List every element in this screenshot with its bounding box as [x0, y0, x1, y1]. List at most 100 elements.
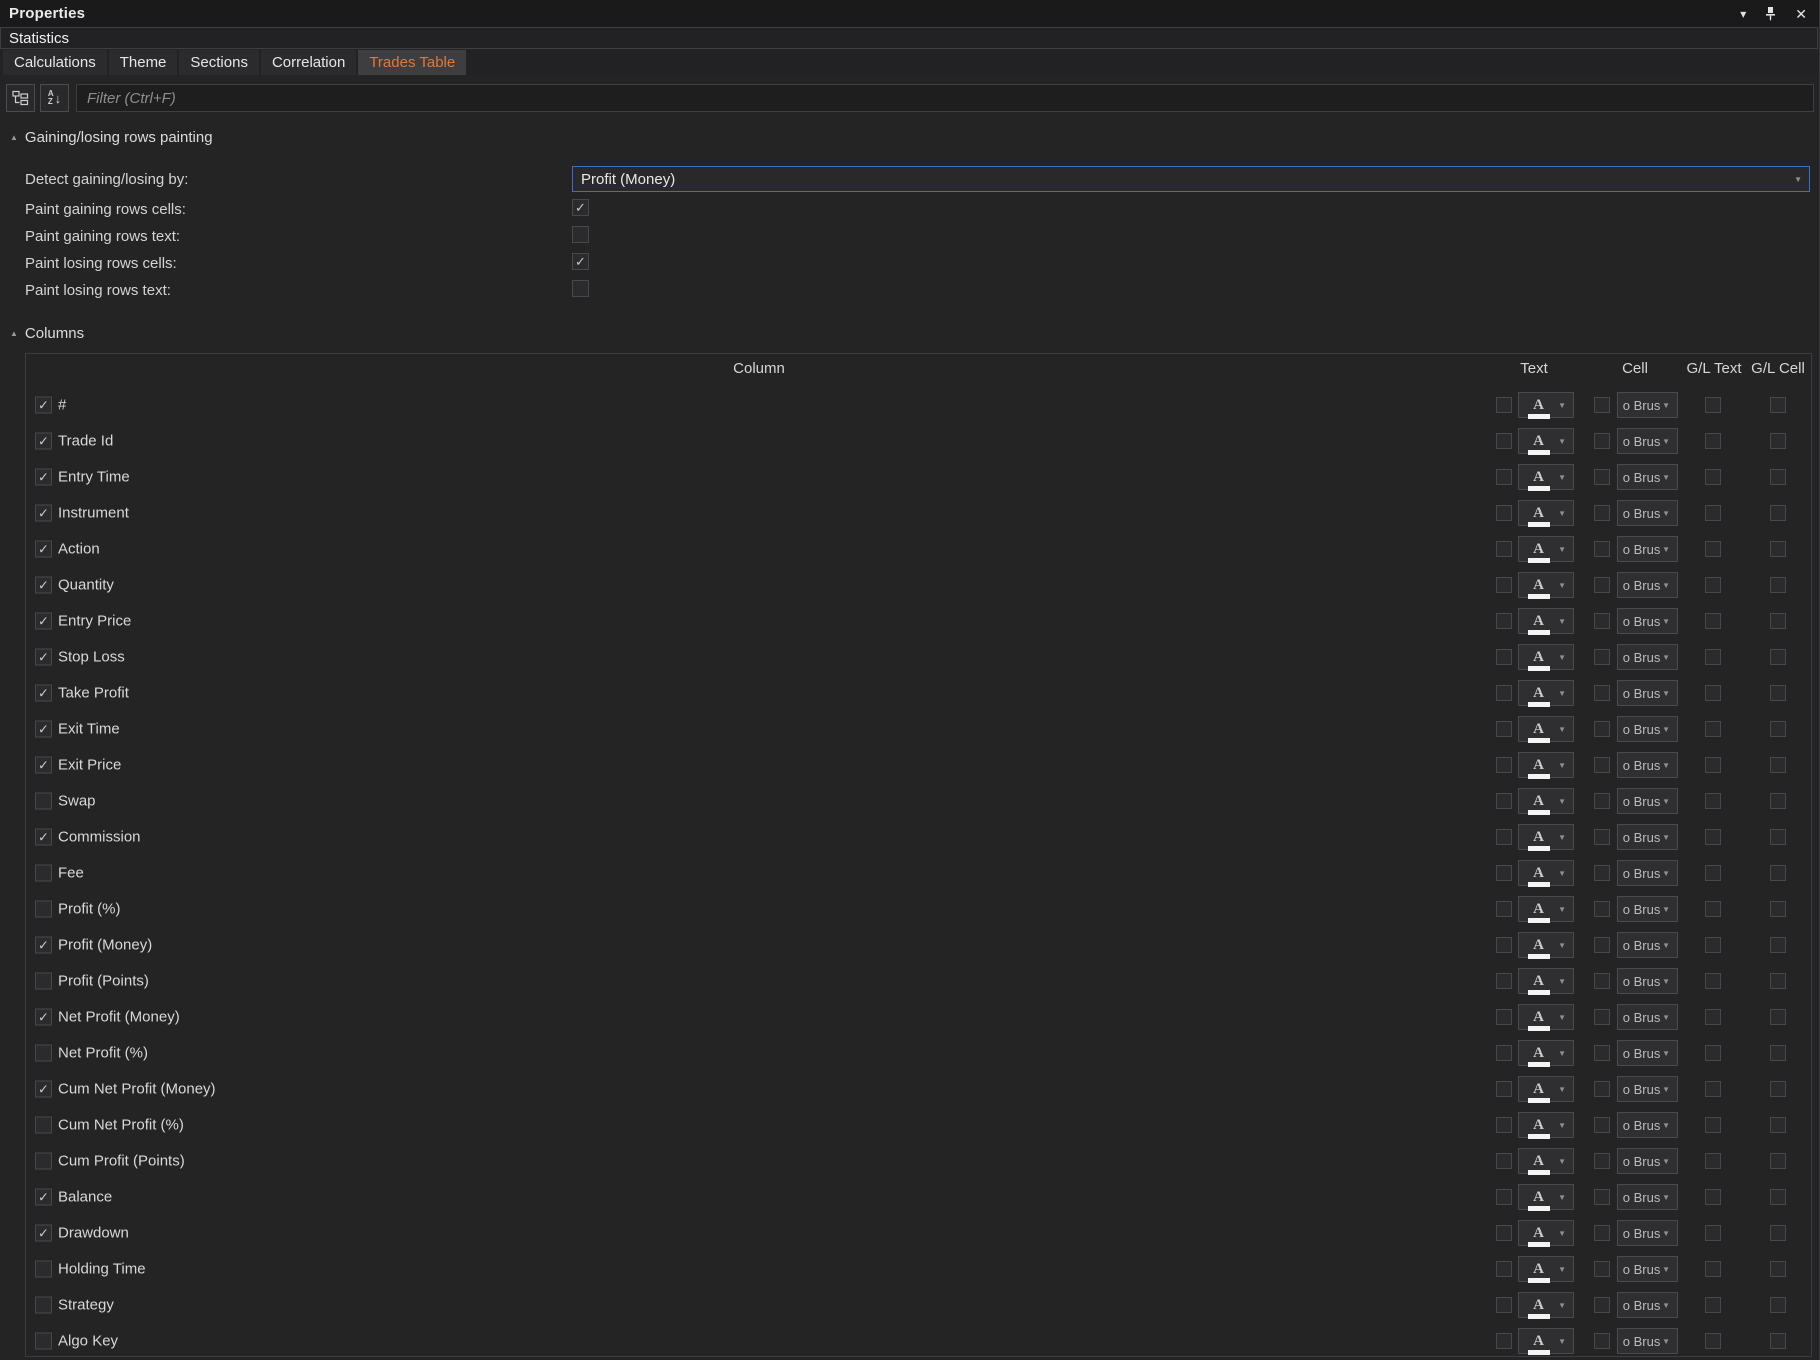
text-color-enabled-checkbox[interactable] [1496, 1081, 1512, 1097]
cell-brush-enabled-checkbox[interactable] [1594, 1225, 1610, 1241]
cell-brush-enabled-checkbox[interactable] [1594, 757, 1610, 773]
cell-brush-dropdown[interactable]: o Brus ▼ [1617, 1256, 1678, 1282]
cell-brush-enabled-checkbox[interactable] [1594, 901, 1610, 917]
text-color-dropdown[interactable]: A ▼ [1518, 1040, 1574, 1066]
paint-losing-rows-text-checkbox[interactable] [572, 280, 589, 297]
detect-by-dropdown[interactable]: Profit (Money) ▼ [572, 166, 1810, 192]
cell-brush-enabled-checkbox[interactable] [1594, 649, 1610, 665]
text-color-dropdown[interactable]: A ▼ [1518, 932, 1574, 958]
text-color-enabled-checkbox[interactable] [1496, 1333, 1512, 1349]
text-color-dropdown[interactable]: A ▼ [1518, 896, 1574, 922]
gl-text-checkbox[interactable] [1705, 685, 1721, 701]
gl-text-checkbox[interactable] [1705, 613, 1721, 629]
gl-cell-checkbox[interactable] [1770, 937, 1786, 953]
gl-cell-checkbox[interactable] [1770, 1297, 1786, 1313]
text-color-enabled-checkbox[interactable] [1496, 721, 1512, 737]
gl-cell-checkbox[interactable] [1770, 649, 1786, 665]
cell-brush-enabled-checkbox[interactable] [1594, 613, 1610, 629]
column-enabled-checkbox[interactable] [35, 541, 52, 558]
gl-cell-checkbox[interactable] [1770, 1009, 1786, 1025]
gl-text-checkbox[interactable] [1705, 1153, 1721, 1169]
cell-brush-enabled-checkbox[interactable] [1594, 865, 1610, 881]
column-enabled-checkbox[interactable] [35, 433, 52, 450]
paint-gaining-rows-cells-checkbox[interactable] [572, 199, 589, 216]
column-enabled-checkbox[interactable] [35, 1045, 52, 1062]
gl-text-checkbox[interactable] [1705, 577, 1721, 593]
text-color-enabled-checkbox[interactable] [1496, 1045, 1512, 1061]
gl-text-checkbox[interactable] [1705, 397, 1721, 413]
column-enabled-checkbox[interactable] [35, 1081, 52, 1098]
gl-cell-checkbox[interactable] [1770, 901, 1786, 917]
pin-icon[interactable] [1764, 7, 1777, 21]
text-color-dropdown[interactable]: A ▼ [1518, 572, 1574, 598]
text-color-enabled-checkbox[interactable] [1496, 1261, 1512, 1277]
column-enabled-checkbox[interactable] [35, 865, 52, 882]
text-color-enabled-checkbox[interactable] [1496, 901, 1512, 917]
text-color-enabled-checkbox[interactable] [1496, 1225, 1512, 1241]
cell-brush-dropdown[interactable]: o Brus ▼ [1617, 824, 1678, 850]
gl-cell-checkbox[interactable] [1770, 865, 1786, 881]
cell-brush-dropdown[interactable]: o Brus ▼ [1617, 536, 1678, 562]
text-color-enabled-checkbox[interactable] [1496, 1009, 1512, 1025]
cell-brush-dropdown[interactable]: o Brus ▼ [1617, 1220, 1678, 1246]
cell-brush-dropdown[interactable]: o Brus ▼ [1617, 680, 1678, 706]
cell-brush-dropdown[interactable]: o Brus ▼ [1617, 1148, 1678, 1174]
section-columns-header[interactable]: ▲ Columns [10, 325, 84, 342]
cell-brush-dropdown[interactable]: o Brus ▼ [1617, 752, 1678, 778]
cell-brush-enabled-checkbox[interactable] [1594, 721, 1610, 737]
cell-brush-dropdown[interactable]: o Brus ▼ [1617, 1328, 1678, 1354]
close-icon[interactable]: ✕ [1795, 7, 1807, 21]
gl-cell-checkbox[interactable] [1770, 541, 1786, 557]
cell-brush-enabled-checkbox[interactable] [1594, 685, 1610, 701]
text-color-dropdown[interactable]: A ▼ [1518, 860, 1574, 886]
text-color-dropdown[interactable]: A ▼ [1518, 1184, 1574, 1210]
text-color-enabled-checkbox[interactable] [1496, 613, 1512, 629]
text-color-enabled-checkbox[interactable] [1496, 973, 1512, 989]
cell-brush-dropdown[interactable]: o Brus ▼ [1617, 572, 1678, 598]
cell-brush-dropdown[interactable]: o Brus ▼ [1617, 1004, 1678, 1030]
gl-text-checkbox[interactable] [1705, 937, 1721, 953]
cell-brush-dropdown[interactable]: o Brus ▼ [1617, 608, 1678, 634]
cell-brush-dropdown[interactable]: o Brus ▼ [1617, 428, 1678, 454]
column-enabled-checkbox[interactable] [35, 1333, 52, 1350]
column-enabled-checkbox[interactable] [35, 757, 52, 774]
tab-calculations[interactable]: Calculations [3, 50, 107, 75]
text-color-enabled-checkbox[interactable] [1496, 685, 1512, 701]
cell-brush-enabled-checkbox[interactable] [1594, 1045, 1610, 1061]
text-color-enabled-checkbox[interactable] [1496, 757, 1512, 773]
categorize-view-button[interactable] [6, 84, 35, 112]
gl-text-checkbox[interactable] [1705, 1333, 1721, 1349]
paint-gaining-rows-text-checkbox[interactable] [572, 226, 589, 243]
gl-text-checkbox[interactable] [1705, 829, 1721, 845]
cell-brush-enabled-checkbox[interactable] [1594, 1009, 1610, 1025]
text-color-dropdown[interactable]: A ▼ [1518, 1220, 1574, 1246]
text-color-enabled-checkbox[interactable] [1496, 577, 1512, 593]
chevron-down-icon[interactable]: ▾ [1740, 8, 1746, 20]
cell-brush-dropdown[interactable]: o Brus ▼ [1617, 644, 1678, 670]
cell-brush-enabled-checkbox[interactable] [1594, 505, 1610, 521]
gl-text-checkbox[interactable] [1705, 865, 1721, 881]
gl-cell-checkbox[interactable] [1770, 1189, 1786, 1205]
text-color-enabled-checkbox[interactable] [1496, 397, 1512, 413]
gl-text-checkbox[interactable] [1705, 541, 1721, 557]
gl-cell-checkbox[interactable] [1770, 793, 1786, 809]
cell-brush-enabled-checkbox[interactable] [1594, 793, 1610, 809]
text-color-dropdown[interactable]: A ▼ [1518, 1256, 1574, 1282]
text-color-dropdown[interactable]: A ▼ [1518, 824, 1574, 850]
column-enabled-checkbox[interactable] [35, 397, 52, 414]
column-enabled-checkbox[interactable] [35, 973, 52, 990]
gl-text-checkbox[interactable] [1705, 1261, 1721, 1277]
gl-text-checkbox[interactable] [1705, 505, 1721, 521]
cell-brush-enabled-checkbox[interactable] [1594, 1153, 1610, 1169]
cell-brush-enabled-checkbox[interactable] [1594, 1117, 1610, 1133]
text-color-enabled-checkbox[interactable] [1496, 793, 1512, 809]
text-color-enabled-checkbox[interactable] [1496, 1153, 1512, 1169]
column-enabled-checkbox[interactable] [35, 577, 52, 594]
text-color-dropdown[interactable]: A ▼ [1518, 1112, 1574, 1138]
text-color-enabled-checkbox[interactable] [1496, 541, 1512, 557]
text-color-enabled-checkbox[interactable] [1496, 505, 1512, 521]
gl-cell-checkbox[interactable] [1770, 757, 1786, 773]
text-color-dropdown[interactable]: A ▼ [1518, 608, 1574, 634]
text-color-dropdown[interactable]: A ▼ [1518, 1004, 1574, 1030]
cell-brush-enabled-checkbox[interactable] [1594, 469, 1610, 485]
